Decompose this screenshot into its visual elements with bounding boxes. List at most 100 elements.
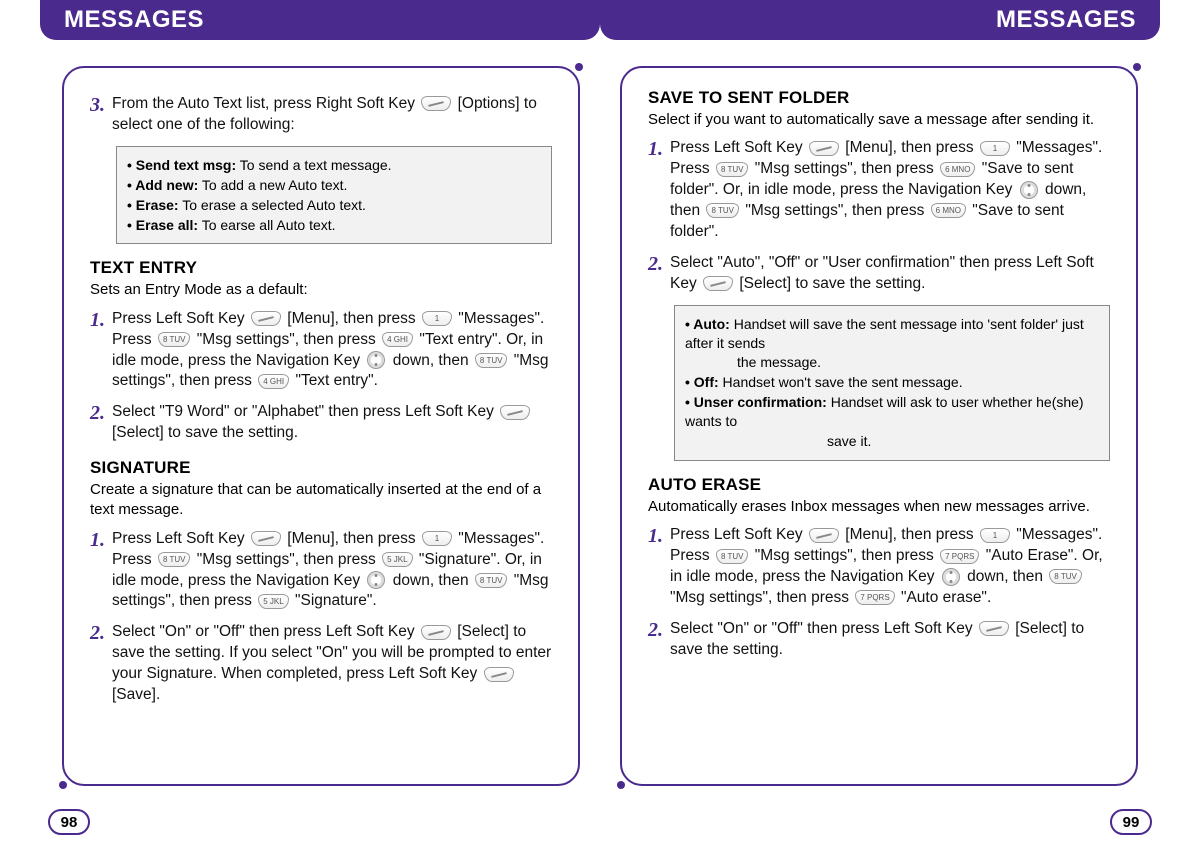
step-number: 1. — [648, 138, 670, 243]
key-8-icon: 8 TUV — [158, 552, 191, 567]
save-options-box: • Auto: Handset will save the sent messa… — [674, 305, 1110, 461]
txt: "Msg settings", then press — [197, 551, 380, 568]
text-entry-step-2: 2. Select "T9 Word" or "Alphabet" then p… — [90, 402, 552, 444]
txt: [Select] to save the setting. — [112, 424, 298, 441]
step-3: 3. From the Auto Text list, press Right … — [90, 94, 552, 136]
left-soft-key-icon — [809, 528, 839, 543]
key-8-icon: 8 TUV — [158, 332, 191, 347]
step-text: Select "On" or "Off" then press Left Sof… — [670, 619, 1110, 661]
page-98: 3. From the Auto Text list, press Right … — [62, 66, 580, 786]
header-tab-left: MESSAGES — [40, 0, 600, 40]
page-number-left: 98 — [48, 809, 90, 835]
save-step-2: 2. Select "Auto", "Off" or "User confirm… — [648, 253, 1110, 295]
txt: From the Auto Text list, press Right Sof… — [112, 95, 419, 112]
section-autoerase-sub: Automatically erases Inbox messages when… — [648, 497, 1110, 517]
key-6-icon: 6 MNO — [940, 162, 975, 177]
txt: "Auto erase". — [901, 589, 991, 606]
key-8-icon: 8 TUV — [1049, 569, 1082, 584]
txt: [Select] to save the setting. — [739, 275, 925, 292]
manual-spread: MESSAGES MESSAGES 3. From the Auto Text … — [0, 0, 1200, 849]
nav-key-icon — [367, 351, 385, 369]
signature-step-1: 1. Press Left Soft Key [Menu], then pres… — [90, 529, 552, 613]
txt: "Msg settings", then press — [755, 160, 938, 177]
section-text-entry-title: TEXT ENTRY — [90, 258, 552, 278]
options-box: • Send text msg: To send a text message.… — [116, 146, 552, 245]
opt-label: • Send text msg: — [127, 157, 236, 173]
key-7-icon: 7 PQRS — [940, 549, 979, 564]
left-soft-key-icon — [703, 276, 733, 291]
section-save-sub: Select if you want to automatically save… — [648, 110, 1110, 130]
key-5-icon: 5 JKL — [258, 594, 288, 609]
key-8-icon: 8 TUV — [716, 549, 749, 564]
key-6-icon: 6 MNO — [931, 203, 966, 218]
txt: "Msg settings", then press — [670, 589, 853, 606]
step-text: Press Left Soft Key [Menu], then press 1… — [112, 529, 552, 613]
step-text: Press Left Soft Key [Menu], then press 1… — [670, 138, 1110, 243]
txt: Press Left Soft Key — [670, 139, 807, 156]
key-8-icon: 8 TUV — [475, 353, 508, 368]
txt: down, then — [393, 572, 473, 589]
step-number: 3. — [90, 94, 112, 136]
txt: "Text entry". — [295, 372, 378, 389]
key-4-icon: 4 GHI — [258, 374, 289, 389]
left-soft-key-icon — [251, 311, 281, 326]
step-text: Press Left Soft Key [Menu], then press 1… — [670, 525, 1110, 609]
section-autoerase-title: AUTO ERASE — [648, 475, 1110, 495]
left-soft-key-icon — [809, 141, 839, 156]
step-text: Select "T9 Word" or "Alphabet" then pres… — [112, 402, 552, 444]
save-step-1: 1. Press Left Soft Key [Menu], then pres… — [648, 138, 1110, 243]
step-number: 2. — [90, 622, 112, 706]
step-number: 1. — [90, 309, 112, 393]
key-8-icon: 8 TUV — [475, 573, 508, 588]
section-signature-sub: Create a signature that can be automatic… — [90, 480, 552, 521]
key-5-icon: 5 JKL — [382, 552, 412, 567]
opt-label: • Unser confirmation: — [685, 394, 827, 410]
txt: Select "T9 Word" or "Alphabet" then pres… — [112, 403, 498, 420]
nav-key-icon — [1020, 181, 1038, 199]
text-entry-step-1: 1. Press Left Soft Key [Menu], then pres… — [90, 309, 552, 393]
signature-step-2: 2. Select "On" or "Off" then press Left … — [90, 622, 552, 706]
txt: Press Left Soft Key — [112, 310, 249, 327]
opt-label: • Auto: — [685, 316, 730, 332]
opt-desc: To add a new Auto text. — [198, 177, 347, 193]
page-number-right: 99 — [1110, 809, 1152, 835]
section-text-entry-sub: Sets an Entry Mode as a default: — [90, 280, 552, 300]
opt-desc: Handset will save the sent message into … — [685, 316, 1084, 351]
txt: Select "On" or "Off" then press Left Sof… — [112, 623, 419, 640]
opt-desc: To earse all Auto text. — [198, 217, 336, 233]
opt-desc: Handset won't save the sent message. — [719, 374, 963, 390]
step-text: From the Auto Text list, press Right Sof… — [112, 94, 552, 136]
txt: [Menu], then press — [287, 310, 420, 327]
header-title-left: MESSAGES — [64, 6, 204, 34]
txt: Select "On" or "Off" then press Left Sof… — [670, 620, 977, 637]
step-number: 1. — [648, 525, 670, 609]
txt: "Msg settings", then press — [197, 331, 380, 348]
nav-key-icon — [367, 571, 385, 589]
page-99: SAVE TO SENT FOLDER Select if you want t… — [620, 66, 1138, 786]
txt: down, then — [393, 352, 473, 369]
opt-label: • Erase all: — [127, 217, 198, 233]
nav-key-icon — [942, 568, 960, 586]
opt-desc: save it. — [827, 433, 871, 449]
left-soft-key-icon — [500, 405, 530, 420]
section-signature-title: SIGNATURE — [90, 458, 552, 478]
step-number: 1. — [90, 529, 112, 613]
txt: [Menu], then press — [845, 526, 978, 543]
opt-desc: To send a text message. — [236, 157, 391, 173]
right-soft-key-icon — [421, 96, 451, 111]
left-soft-key-icon — [484, 667, 514, 682]
step-number: 2. — [90, 402, 112, 444]
key-1-icon: 1 — [422, 311, 452, 326]
txt: "Signature". — [295, 592, 377, 609]
step-text: Select "Auto", "Off" or "User confirmati… — [670, 253, 1110, 295]
key-4-icon: 4 GHI — [382, 332, 413, 347]
txt: "Msg settings", then press — [745, 202, 928, 219]
autoerase-step-1: 1. Press Left Soft Key [Menu], then pres… — [648, 525, 1110, 609]
section-save-title: SAVE TO SENT FOLDER — [648, 88, 1110, 108]
left-soft-key-icon — [251, 531, 281, 546]
key-1-icon: 1 — [980, 141, 1010, 156]
step-text: Press Left Soft Key [Menu], then press 1… — [112, 309, 552, 393]
txt: down, then — [967, 568, 1047, 585]
key-7-icon: 7 PQRS — [855, 590, 894, 605]
step-text: Select "On" or "Off" then press Left Sof… — [112, 622, 552, 706]
